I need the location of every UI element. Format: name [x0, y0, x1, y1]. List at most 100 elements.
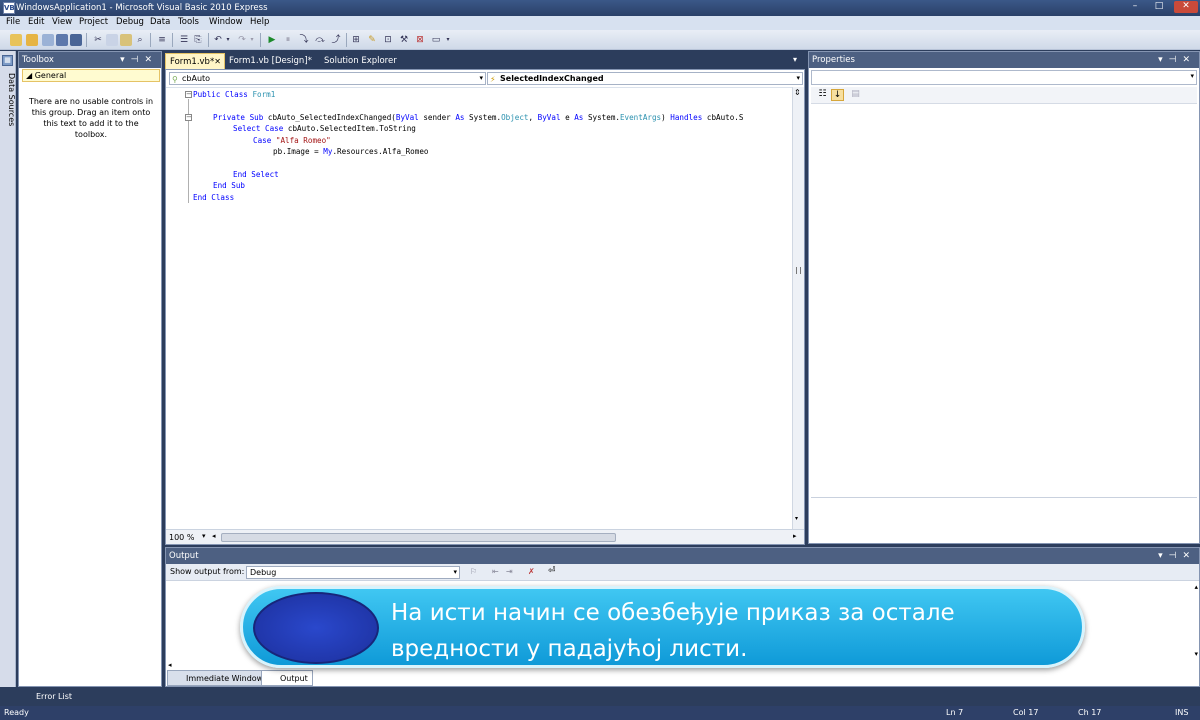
split-handle-icon[interactable]: ⇕	[794, 88, 801, 97]
cut-icon[interactable]: ✂	[92, 34, 104, 46]
code-area[interactable]: − − Public Class Form1 Private Sub cbAut…	[166, 87, 792, 529]
prev-message-icon[interactable]: ⇤	[492, 567, 499, 576]
toolbox-panel: Toolbox ▾⊣✕ ◢ General There are no usabl…	[18, 51, 162, 687]
tab-output[interactable]: Output	[261, 670, 313, 686]
open-folder-icon[interactable]	[26, 34, 38, 46]
output-toolbar: Show output from: Debug ▾ ⚐ ⇤ ⇥ ✗ ⏎	[166, 564, 1199, 581]
tab-solution-explorer[interactable]: Solution Explorer	[320, 53, 401, 69]
status-column: Col 17	[1013, 708, 1039, 717]
data-sources-tab[interactable]: Data Sources	[0, 73, 16, 173]
step-over-icon[interactable]: ⤼	[314, 34, 326, 46]
chevron-down-icon: ▾	[1190, 72, 1194, 80]
categorized-icon[interactable]: ☷	[816, 89, 829, 101]
panel-pin-close-icon[interactable]: ▾⊣✕	[1158, 548, 1196, 564]
word-wrap-icon[interactable]: ⏎	[548, 566, 556, 576]
scroll-down-icon[interactable]: ▾	[1194, 650, 1198, 658]
fold-toggle-icon[interactable]: −	[185, 91, 192, 98]
undo-dropdown-icon[interactable]: ▾	[224, 34, 232, 46]
menu-view[interactable]: View	[52, 17, 72, 27]
data-sources-icon[interactable]: ▦	[2, 55, 13, 66]
editor-vertical-scrollbar[interactable]: ⇕ ▾	[792, 87, 804, 529]
start-debugging-icon[interactable]: ▶	[266, 34, 278, 46]
status-ready: Ready	[4, 708, 29, 717]
panel-pin-close-icon[interactable]: ▾⊣✕	[1158, 52, 1196, 68]
alphabetical-icon[interactable]: ↓	[831, 89, 844, 101]
toolbar-options-icon[interactable]: ▾	[444, 34, 452, 46]
object-dropdown[interactable]: ⚲ cbAuto ▾	[169, 72, 486, 85]
tab-dropdown-icon[interactable]: ▾	[793, 55, 797, 64]
scroll-grip[interactable]	[796, 267, 801, 274]
error-list-icon[interactable]: ⊠	[414, 34, 426, 46]
add-item-icon[interactable]	[42, 34, 54, 46]
close-icon[interactable]: ✕	[1174, 1, 1198, 13]
next-message-icon[interactable]: ⇥	[506, 567, 513, 576]
comment-icon[interactable]: ≡	[156, 34, 168, 46]
error-list-tab[interactable]: Error List	[18, 689, 78, 705]
find-message-icon[interactable]: ⚐	[470, 567, 477, 576]
code-line-3: Private Sub cbAuto_SelectedIndexChanged(…	[213, 113, 744, 122]
toolbox-icon[interactable]: ⚒	[398, 34, 410, 46]
redo-dropdown-icon[interactable]: ▾	[248, 34, 256, 46]
maximize-icon[interactable]: □	[1150, 1, 1168, 13]
scroll-up-icon[interactable]: ▴	[1194, 583, 1198, 591]
tab-close-icon[interactable]: ✕	[214, 54, 221, 70]
menu-window[interactable]: Window	[209, 17, 243, 27]
code-line-5: Case "Alfa Romeo"	[253, 136, 331, 145]
horizontal-scroll-thumb[interactable]	[221, 533, 616, 542]
paste-icon[interactable]	[120, 34, 132, 46]
menu-edit[interactable]: Edit	[28, 17, 44, 27]
window-title: WindowsApplication1 - Microsoft Visual B…	[16, 3, 268, 13]
show-output-label: Show output from:	[170, 567, 245, 576]
toolbox-group-general[interactable]: ◢ General	[22, 69, 160, 82]
menu-help[interactable]: Help	[250, 17, 269, 27]
code-line-10: End Class	[193, 193, 235, 202]
output-window-icon[interactable]: ▭	[430, 34, 442, 46]
property-pages-icon[interactable]: ▤	[849, 89, 862, 101]
scroll-right-icon[interactable]: ▸	[793, 532, 797, 540]
step-out-icon[interactable]: ⤴	[330, 34, 342, 46]
menu-debug[interactable]: Debug	[116, 17, 144, 27]
solution-explorer-icon[interactable]: ⊞	[350, 34, 362, 46]
copy-icon[interactable]	[106, 34, 118, 46]
properties-icon[interactable]: ✎	[366, 34, 378, 46]
clear-all-icon[interactable]: ✗	[528, 567, 535, 576]
output-source-value: Debug	[250, 568, 277, 577]
uncomment-icon[interactable]: ⎘	[192, 34, 204, 46]
menu-data[interactable]: Data	[150, 17, 170, 27]
caption-line-2: вредности у падајућој листи.	[391, 636, 748, 662]
zoom-dropdown-icon[interactable]: ▾	[202, 532, 206, 540]
scroll-down-icon[interactable]: ▾	[795, 515, 798, 522]
save-icon[interactable]	[56, 34, 68, 46]
save-all-icon[interactable]	[70, 34, 82, 46]
menu-tools[interactable]: Tools	[178, 17, 199, 27]
code-line-9: End Sub	[213, 181, 246, 190]
tab-form1-design[interactable]: Form1.vb [Design]*	[225, 53, 316, 69]
format-icon[interactable]: ☰	[178, 34, 190, 46]
redo-icon[interactable]: ↷	[236, 34, 248, 46]
undo-icon[interactable]: ↶	[212, 34, 224, 46]
editor-horizontal-bar: 100 % ▾ ◂ ▸	[166, 529, 804, 544]
data-sources-strip: ▦ Data Sources	[0, 51, 16, 687]
menu-project[interactable]: Project	[79, 17, 108, 27]
subtitle-overlay: На исти начин се обезбеђује приказ за ос…	[240, 586, 1085, 668]
new-project-icon[interactable]	[10, 34, 22, 46]
menu-file[interactable]: File	[6, 17, 20, 27]
panel-pin-close-icon[interactable]: ▾⊣✕	[120, 52, 158, 68]
chevron-down-icon: ▾	[453, 568, 457, 576]
tab-form1-vb[interactable]: Form1.vb* ✕	[165, 53, 225, 69]
code-line-8: End Select	[233, 170, 279, 179]
fold-toggle-icon[interactable]: −	[185, 114, 192, 121]
output-source-select[interactable]: Debug ▾	[246, 566, 460, 579]
step-into-icon[interactable]: ⤵	[298, 34, 310, 46]
object-browser-icon[interactable]: ⊡	[382, 34, 394, 46]
object-selector[interactable]: ▾	[811, 70, 1197, 85]
scroll-left-icon[interactable]: ◂	[168, 661, 172, 669]
find-icon[interactable]: ⌕	[134, 34, 146, 46]
minimize-icon[interactable]: –	[1126, 1, 1144, 13]
tab-immediate-window[interactable]: Immediate Window	[167, 670, 269, 686]
pause-icon[interactable]: ⏸	[282, 34, 294, 46]
scroll-left-icon[interactable]: ◂	[212, 532, 216, 540]
vb-icon[interactable]: VB	[3, 2, 15, 14]
status-insert-mode: INS	[1175, 708, 1189, 717]
event-dropdown[interactable]: ⚡ SelectedIndexChanged ▾	[487, 72, 803, 85]
